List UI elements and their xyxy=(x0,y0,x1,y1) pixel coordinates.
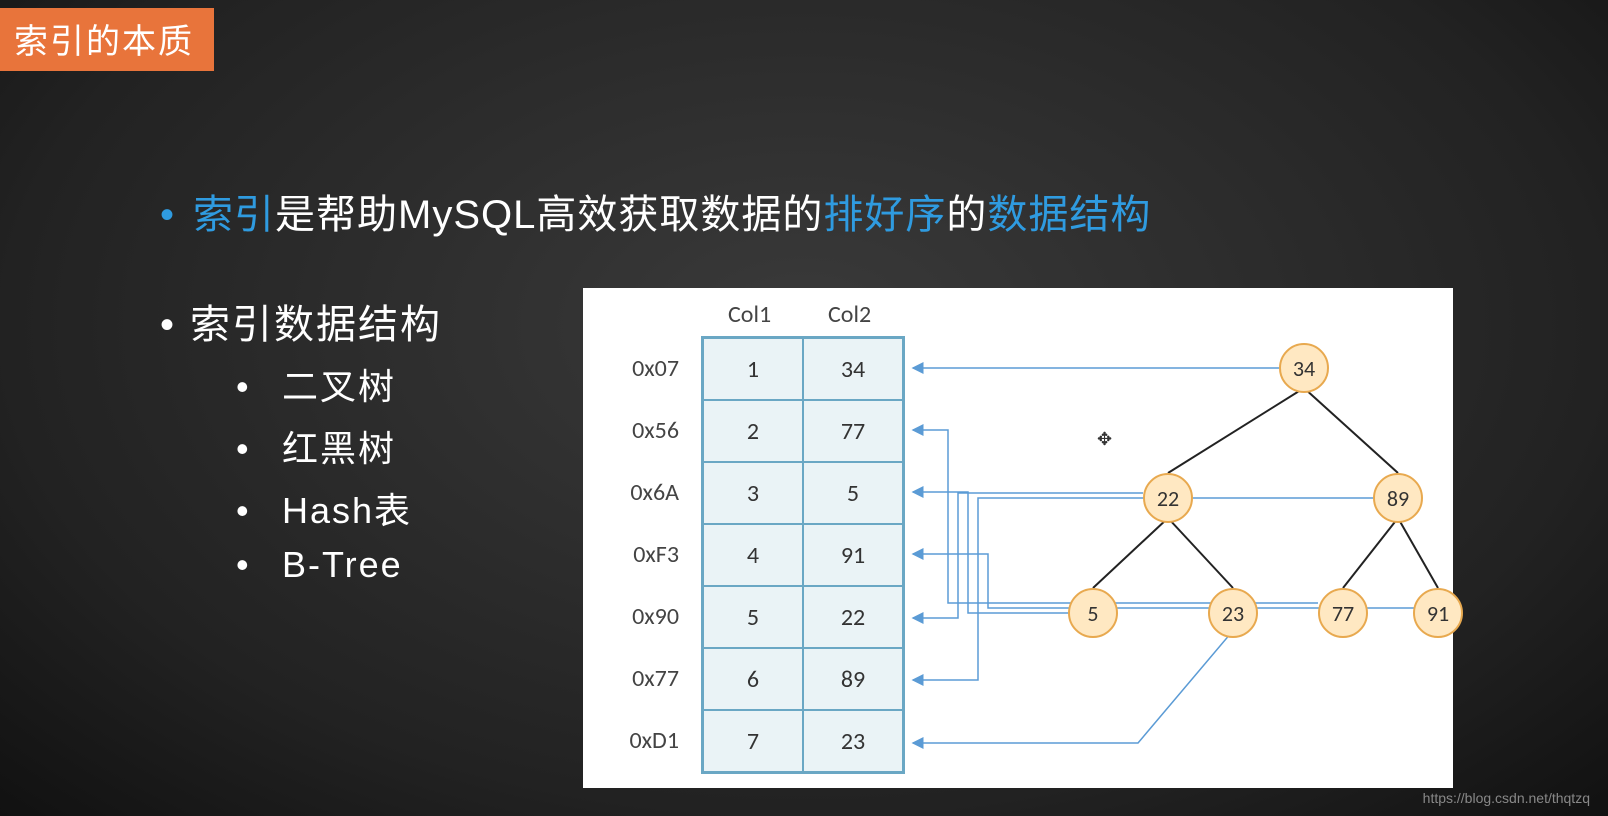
data-structure-list: •二叉树 •红黑树 •Hash表 •B-Tree xyxy=(236,348,412,596)
row-address: 0xD1 xyxy=(619,726,679,755)
slide-title-badge: 索引的本质 xyxy=(0,8,214,71)
list-item: •Hash表 xyxy=(236,482,412,534)
tree-node-right: 89 xyxy=(1373,473,1423,523)
bullet-icon: • xyxy=(236,544,282,586)
row-address: 0x07 xyxy=(619,354,679,383)
list-item-label: 红黑树 xyxy=(282,428,396,469)
table-row: 134 xyxy=(703,338,903,400)
cell-col1: 5 xyxy=(703,586,803,648)
bullet-icon: • xyxy=(160,303,176,347)
def-part-1: 索引 xyxy=(193,193,275,237)
cell-col2: 89 xyxy=(803,648,903,710)
table-row: 277 xyxy=(703,400,903,462)
subheading-text: 索引数据结构 xyxy=(190,303,442,347)
row-address: 0x77 xyxy=(619,664,679,693)
bullet-icon: • xyxy=(236,366,282,408)
list-item-label: Hash表 xyxy=(282,490,412,531)
list-item-label: 二叉树 xyxy=(282,366,396,407)
definition-line: • 索引是帮助MySQL高效获取数据的排好序的数据结构 xyxy=(160,182,1151,240)
cell-col2: 91 xyxy=(803,524,903,586)
list-item-label: B-Tree xyxy=(282,544,403,585)
subheading: • 索引数据结构 xyxy=(160,292,442,350)
col1-header: Col1 xyxy=(728,300,771,329)
cell-col1: 2 xyxy=(703,400,803,462)
row-address: 0xF3 xyxy=(619,540,679,569)
table-row: 522 xyxy=(703,586,903,648)
cell-col2: 5 xyxy=(803,462,903,524)
cell-col1: 6 xyxy=(703,648,803,710)
def-part-3: 排好序 xyxy=(823,193,946,237)
bullet-icon: • xyxy=(236,490,282,532)
list-item: •红黑树 xyxy=(236,420,412,472)
cell-col2: 77 xyxy=(803,400,903,462)
def-part-5: 数据结构 xyxy=(987,193,1151,237)
table-row: 723 xyxy=(703,710,903,772)
tree-node-left: 22 xyxy=(1143,473,1193,523)
index-diagram: Col1 Col2 0x07 0x56 0x6A 0xF3 0x90 0x77 … xyxy=(583,288,1453,788)
cell-col1: 1 xyxy=(703,338,803,400)
tree-node-root: 34 xyxy=(1279,343,1329,393)
row-address: 0x56 xyxy=(619,416,679,445)
tree-node-lr: 23 xyxy=(1208,588,1258,638)
cell-col1: 7 xyxy=(703,710,803,772)
cell-col1: 3 xyxy=(703,462,803,524)
cell-col1: 4 xyxy=(703,524,803,586)
watermark: https://blog.csdn.net/thqtzq xyxy=(1423,790,1590,806)
cell-col2: 34 xyxy=(803,338,903,400)
cell-col2: 23 xyxy=(803,710,903,772)
cell-col2: 22 xyxy=(803,586,903,648)
table-row: 491 xyxy=(703,524,903,586)
col2-header: Col2 xyxy=(828,300,871,329)
list-item: •二叉树 xyxy=(236,358,412,410)
list-item: •B-Tree xyxy=(236,544,412,586)
tree-node-rr: 91 xyxy=(1413,588,1463,638)
table-row: 689 xyxy=(703,648,903,710)
data-table: 134 277 35 491 522 689 723 xyxy=(701,336,905,774)
table-row: 35 xyxy=(703,462,903,524)
tree-node-ll: 5 xyxy=(1068,588,1118,638)
def-part-2: 是帮助MySQL高效获取数据的 xyxy=(275,193,823,237)
move-cursor-icon: ✥ xyxy=(1097,428,1112,450)
def-part-4: 的 xyxy=(946,193,987,237)
bullet-icon: • xyxy=(160,193,175,237)
row-address: 0x6A xyxy=(619,478,679,507)
bullet-icon: • xyxy=(236,428,282,470)
tree-node-rl: 77 xyxy=(1318,588,1368,638)
row-address: 0x90 xyxy=(619,602,679,631)
